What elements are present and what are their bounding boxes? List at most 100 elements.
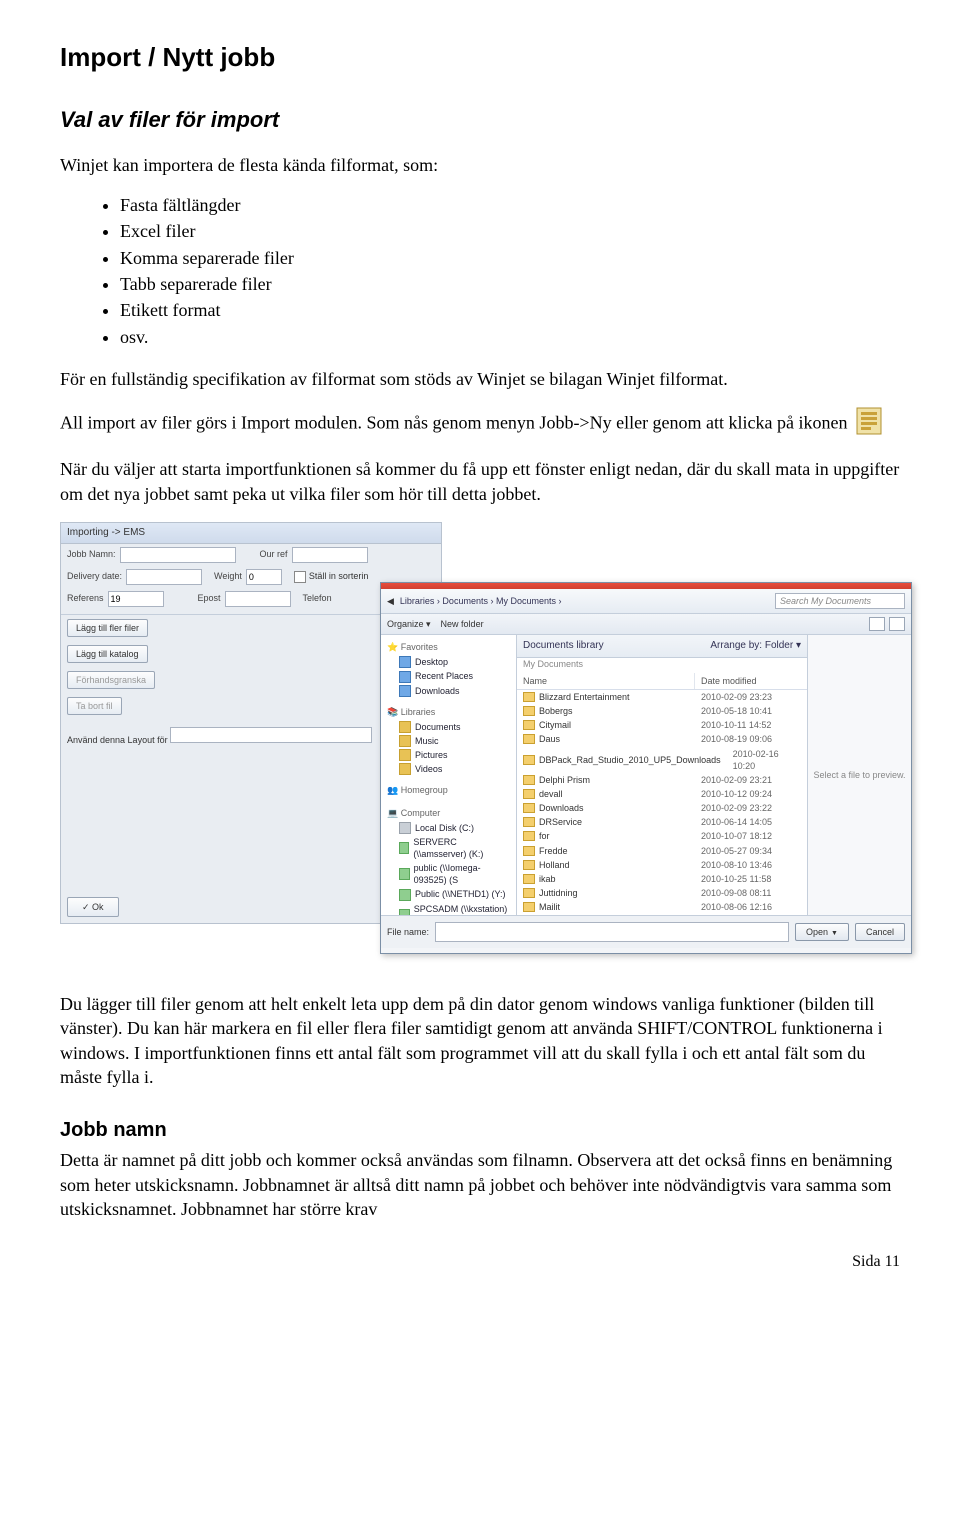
library-title: Documents library — [523, 639, 604, 653]
folder-icon — [523, 874, 535, 884]
view-icon[interactable] — [869, 617, 885, 631]
folder-icon — [523, 789, 535, 799]
btn-lagg-filer[interactable]: Lägg till fler filer — [67, 619, 148, 637]
label-jobb-namn: Jobb Namn: — [67, 548, 116, 560]
folder-icon — [523, 692, 535, 702]
heading-jobbnamn: Jobb namn — [60, 1117, 900, 1144]
nav-item[interactable]: Recent Places — [381, 669, 516, 683]
col-date[interactable]: Date modified — [695, 673, 807, 689]
file-row[interactable]: Blizzard Entertainment2010-02-09 23:23 — [517, 690, 807, 704]
import-titlebar: Importing -> EMS — [61, 523, 441, 544]
file-row[interactable]: Mailit2010-08-06 12:16 — [517, 900, 807, 914]
file-row[interactable]: Juttidning2010-09-08 08:11 — [517, 886, 807, 900]
breadcrumb[interactable]: Libraries › Documents › My Documents › — [400, 595, 562, 607]
input-delivery[interactable] — [126, 569, 202, 585]
input-our-ref[interactable] — [292, 547, 368, 563]
module-paragraph: All import av filer görs i Import module… — [60, 407, 900, 441]
arrange-by[interactable]: Arrange by: Folder ▾ — [710, 639, 801, 653]
folder-icon — [523, 846, 535, 856]
col-name[interactable]: Name — [517, 673, 695, 689]
folder-icon — [523, 706, 535, 716]
nav-item[interactable]: Pictures — [381, 748, 516, 762]
jobbnamn-paragraph: Detta är namnet på ditt jobb och kommer … — [60, 1148, 900, 1221]
nav-libraries: 📚 Libraries — [381, 704, 516, 720]
label-our-ref: Our ref — [260, 548, 288, 560]
folder-icon — [523, 734, 535, 744]
file-row[interactable]: for2010-10-07 18:12 — [517, 829, 807, 843]
cancel-button[interactable]: Cancel — [855, 923, 905, 941]
nav-item[interactable]: SERVERC (\\amsserver) (K:) — [381, 835, 516, 861]
file-row[interactable]: Holland2010-08-10 13:46 — [517, 858, 807, 872]
btn-tabort[interactable]: Ta bort fil — [67, 697, 122, 715]
nav-item[interactable]: Downloads — [381, 684, 516, 698]
filename-input[interactable] — [435, 922, 789, 942]
label-referens: Referens — [67, 592, 104, 604]
folder-icon — [523, 888, 535, 898]
nav-item[interactable]: Videos — [381, 762, 516, 776]
btn-lagg-katalog[interactable]: Lägg till katalog — [67, 645, 148, 663]
screenshot-composite: Importing -> EMS Jobb Namn: Our ref Deli… — [60, 522, 910, 962]
filename-label: File name: — [387, 926, 429, 938]
list-item: Excel filer — [120, 219, 900, 243]
file-row[interactable]: Downloads2010-02-09 23:22 — [517, 801, 807, 815]
folder-icon — [523, 803, 535, 813]
organize-menu[interactable]: Organize ▾ — [387, 618, 431, 630]
label-layout: Använd denna Layout för — [67, 735, 168, 745]
dropdown-layout[interactable] — [170, 727, 372, 743]
nav-computer: 💻 Computer — [381, 805, 516, 821]
nav-item[interactable]: Local Disk (C:) — [381, 821, 516, 835]
nav-item[interactable]: public (\\Iomega-093525) (S — [381, 861, 516, 887]
label-epost: Epost — [198, 592, 221, 604]
heading-import: Import / Nytt jobb — [60, 40, 900, 75]
folder-icon — [523, 831, 535, 841]
label-telefon: Telefon — [303, 592, 332, 604]
list-item: Tabb separerade filer — [120, 272, 900, 296]
folder-icon — [523, 860, 535, 870]
input-referens[interactable] — [108, 591, 164, 607]
file-row[interactable]: DRService2010-06-14 14:05 — [517, 815, 807, 829]
label-delivery: Delivery date: — [67, 570, 122, 582]
input-epost[interactable] — [225, 591, 291, 607]
nav-item[interactable]: Desktop — [381, 655, 516, 669]
nav-back-icon[interactable]: ◀ — [387, 595, 394, 607]
nav-homegroup[interactable]: 👥 Homegroup — [381, 782, 516, 798]
checkbox-stall[interactable]: Ställ in sorterin — [294, 570, 369, 582]
folder-icon — [523, 720, 535, 730]
file-row[interactable]: ikab2010-10-25 11:58 — [517, 872, 807, 886]
nav-favorites: ⭐ Favorites — [381, 639, 516, 655]
new-job-icon — [856, 407, 882, 441]
format-list: Fasta fältlängder Excel filer Komma sepa… — [60, 193, 900, 349]
library-sub: My Documents — [517, 658, 807, 673]
file-row[interactable]: Delphi Prism2010-02-09 23:21 — [517, 773, 807, 787]
subheading-val: Val av filer för import — [60, 105, 900, 135]
btn-ok[interactable]: ✓ Ok — [67, 897, 119, 917]
list-item: Komma separerade filer — [120, 246, 900, 270]
page-number: Sida 11 — [60, 1251, 900, 1273]
list-item: Etikett format — [120, 298, 900, 322]
help-icon[interactable] — [889, 617, 905, 631]
file-row[interactable]: DBPack_Rad_Studio_2010_UP5_Downloads2010… — [517, 747, 807, 773]
file-list: Documents library Arrange by: Folder ▾ M… — [517, 635, 807, 915]
list-item: Fasta fältlängder — [120, 193, 900, 217]
nav-item[interactable]: Public (\\NETHD1) (Y:) — [381, 887, 516, 901]
new-folder-button[interactable]: New folder — [441, 618, 484, 630]
window-paragraph: När du väljer att starta importfunktione… — [60, 457, 900, 506]
intro-paragraph: Winjet kan importera de flesta kända fil… — [60, 153, 900, 177]
nav-item[interactable]: SPCSADM (\\kxstation) (Z:) — [381, 902, 516, 916]
after-paragraph: Du lägger till filer genom att helt enke… — [60, 992, 900, 1089]
nav-item[interactable]: Music — [381, 734, 516, 748]
file-row[interactable]: Citymail2010-10-11 14:52 — [517, 718, 807, 732]
file-row[interactable]: Fredde2010-05-27 09:34 — [517, 844, 807, 858]
nav-item[interactable]: Documents — [381, 720, 516, 734]
folder-icon — [523, 817, 535, 827]
file-row[interactable]: devall2010-10-12 09:24 — [517, 787, 807, 801]
input-jobb-namn[interactable] — [120, 547, 236, 563]
input-weight[interactable] — [246, 569, 282, 585]
open-dialog: ◀ Libraries › Documents › My Documents ›… — [380, 582, 912, 954]
search-input[interactable]: Search My Documents — [775, 593, 905, 609]
file-row[interactable]: Daus2010-08-19 09:06 — [517, 732, 807, 746]
open-button[interactable]: Open▼ — [795, 923, 849, 941]
file-row[interactable]: Bobergs2010-05-18 10:41 — [517, 704, 807, 718]
btn-forhand[interactable]: Förhandsgranska — [67, 671, 155, 689]
folder-icon — [523, 902, 535, 912]
